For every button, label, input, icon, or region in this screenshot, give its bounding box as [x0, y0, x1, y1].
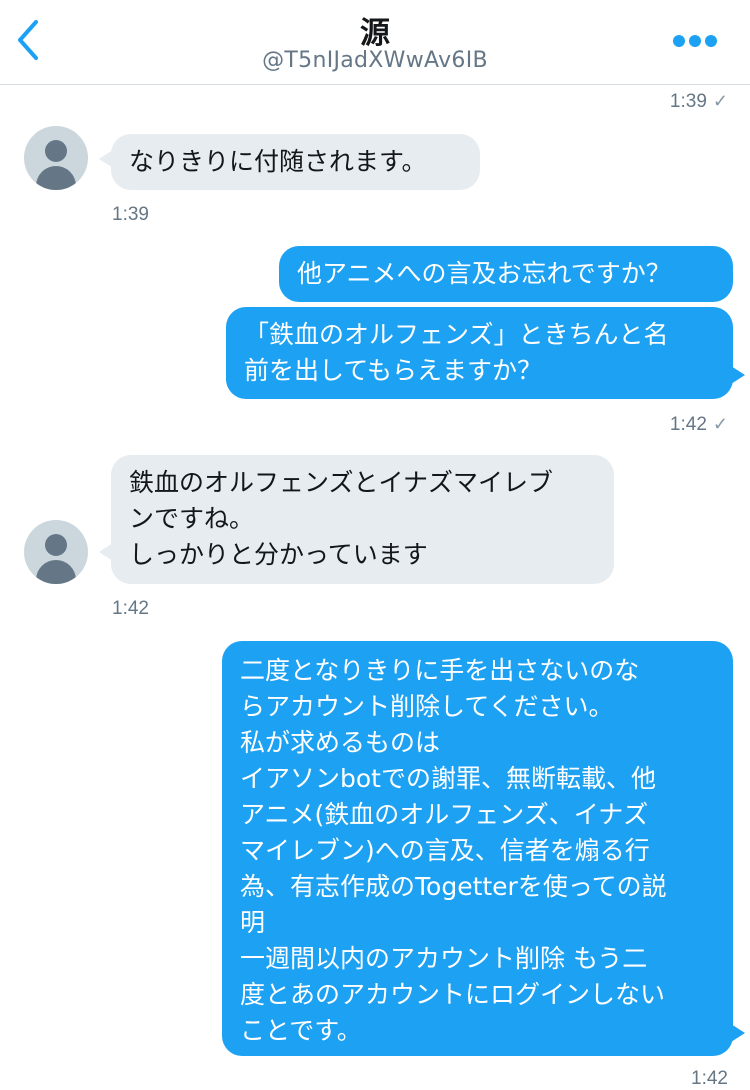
outgoing-message-bubble[interactable]: 他アニメへの言及お忘れですか？: [279, 246, 733, 302]
check-icon: ✓: [712, 414, 728, 434]
bubble-tail: [731, 366, 745, 384]
incoming-message-bubble[interactable]: なりきりに付随されます。: [111, 134, 480, 190]
more-dots-icon[interactable]: [672, 34, 718, 48]
message-timestamp: 1:39 ✓: [669, 91, 728, 112]
avatar-head-shape: [45, 140, 67, 162]
avatar-body-shape: [36, 166, 76, 190]
avatar-head-shape: [45, 534, 67, 556]
message-timestamp: 1:42: [112, 598, 149, 619]
bubble-tail: [731, 1024, 745, 1042]
outgoing-message-bubble[interactable]: 二度となりきりに手を出さないのな らアカウント削除してください。 私が求めるもの…: [222, 641, 733, 1056]
conversation-header: 源 @T5nIJadXWwAv6IB: [0, 0, 750, 85]
conversation-handle: @T5nIJadXWwAv6IB: [262, 48, 488, 73]
message-timestamp: 1:42 ✓: [669, 414, 728, 435]
avatar-body-shape: [36, 560, 76, 584]
message-timestamp: 1:39: [112, 204, 149, 225]
conversation-title: 源: [360, 16, 390, 51]
avatar[interactable]: [24, 520, 88, 584]
message-timestamp: 1:42: [691, 1068, 728, 1089]
avatar[interactable]: [24, 126, 88, 190]
bubble-tail: [99, 543, 113, 561]
outgoing-message-bubble[interactable]: 「鉄血のオルフェンズ」ときちんと名 前を出してもらえますか？: [226, 307, 733, 399]
incoming-message-bubble[interactable]: 鉄血のオルフェンズとイナズマイレブ ンですね。 しっかりと分かっています: [111, 455, 614, 584]
check-icon: ✓: [712, 91, 728, 111]
